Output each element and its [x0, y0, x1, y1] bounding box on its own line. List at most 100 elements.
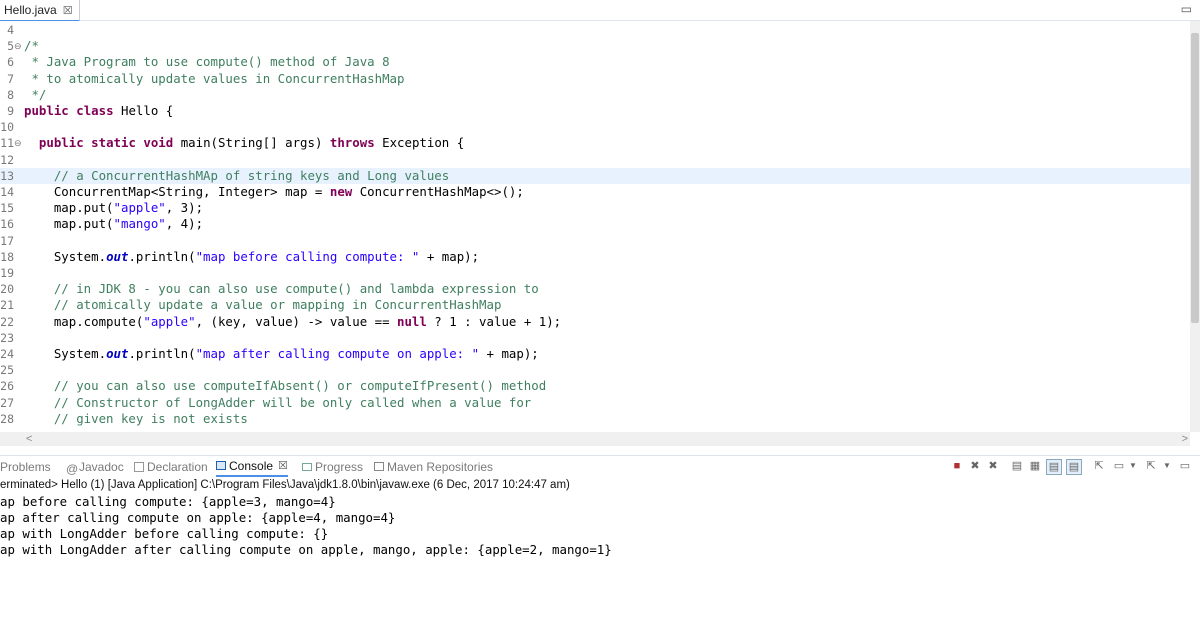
code-line[interactable]: 7 * to atomically update values in Concu…: [0, 71, 1190, 87]
code-line[interactable]: 12: [0, 152, 1190, 168]
code-line[interactable]: 13 // a ConcurrentHashMAp of string keys…: [0, 167, 1190, 184]
editor-tab-hello-java[interactable]: Hello.java ☒: [0, 0, 80, 22]
code-text: System.out.println("map before calling c…: [24, 249, 479, 265]
code-text: // atomically update a value or mapping …: [24, 297, 502, 313]
editor-tab-bar: Hello.java ☒ ▭: [0, 0, 1200, 22]
line-number: 16: [0, 217, 14, 232]
close-icon[interactable]: ☒: [63, 4, 73, 17]
code-token: + map);: [419, 248, 480, 264]
editor-tab-title: Hello.java: [4, 3, 57, 17]
code-text: */: [24, 87, 46, 103]
code-line[interactable]: 4: [0, 22, 1190, 38]
code-token: "mango": [113, 216, 166, 232]
terminate-icon[interactable]: ■: [950, 459, 964, 473]
code-line[interactable]: 8 */: [0, 87, 1190, 103]
tab-console[interactable]: Console ☒: [216, 456, 288, 477]
code-line[interactable]: 5 ⊖/*: [0, 38, 1190, 54]
code-token: "map before calling compute: ": [195, 248, 420, 264]
chevron-down-icon[interactable]: ▼: [1160, 459, 1174, 473]
code-line[interactable]: 6 * Java Program to use compute() method…: [0, 54, 1190, 70]
code-line[interactable]: 21 // atomically update a value or mappi…: [0, 297, 1190, 313]
remove-all-launches-icon[interactable]: ✖: [986, 459, 1000, 473]
code-token: map.put(: [24, 216, 114, 232]
line-number: 23: [0, 330, 14, 345]
code-line[interactable]: 9 public class Hello {: [0, 103, 1190, 119]
line-number: 5: [7, 39, 14, 54]
line-number: 15: [0, 201, 14, 216]
line-number: 10: [0, 120, 14, 135]
open-console-icon[interactable]: ⇱: [1144, 459, 1158, 473]
line-number: 13: [0, 168, 14, 183]
code-token: // you can also use computeIfAbsent() or…: [24, 378, 547, 394]
code-token: map.compute(: [24, 313, 144, 329]
code-line[interactable]: 10: [0, 119, 1190, 135]
code-token: ConcurrentMap<String, Integer> map =: [24, 184, 330, 199]
code-line[interactable]: 11 ⊖ public static void main(String[] arg…: [0, 135, 1190, 151]
code-line[interactable]: 23: [0, 330, 1190, 346]
code-text: // Constructor of LongAdder will be only…: [24, 395, 531, 411]
scrollbar-thumb[interactable]: [1191, 33, 1199, 323]
scroll-left-icon[interactable]: <: [26, 432, 32, 446]
scroll-right-icon[interactable]: >: [1182, 432, 1188, 446]
code-text: map.compute("apple", (key, value) -> val…: [24, 314, 561, 330]
show-console-icon[interactable]: ▤: [1066, 459, 1082, 475]
code-token: public: [24, 103, 69, 118]
code-token: /*: [24, 38, 39, 54]
code-token: * to atomically update values in Concurr…: [24, 70, 405, 86]
pin-console-icon[interactable]: ⇱: [1092, 459, 1106, 473]
chevron-down-icon[interactable]: ▼: [1126, 459, 1140, 473]
tab-label: Progress: [315, 459, 364, 474]
code-line[interactable]: 14 ConcurrentMap<String, Integer> map = …: [0, 184, 1190, 200]
code-line[interactable]: 18 System.out.println("map before callin…: [0, 249, 1190, 265]
code-line[interactable]: 27 // Constructor of LongAdder will be o…: [0, 395, 1190, 411]
tab-label: Declaration: [147, 459, 208, 474]
word-wrap-icon[interactable]: ▤: [1046, 459, 1062, 475]
tab-maven-repositories[interactable]: Maven Repositories: [374, 456, 493, 477]
code-text: // in JDK 8 - you can also use compute()…: [24, 281, 539, 297]
code-text: ConcurrentMap<String, Integer> map = new…: [24, 184, 524, 200]
tab-javadoc[interactable]: @ Javadoc: [66, 456, 124, 477]
tab-problems[interactable]: Problems: [0, 456, 51, 477]
line-number: 19: [0, 266, 14, 280]
clear-console-icon[interactable]: ▤: [1010, 459, 1024, 473]
code-editor[interactable]: 4 5 ⊖/* 6 * Java Program to use compute() m…: [0, 21, 1200, 432]
code-token: // a ConcurrentHashMAp of string keys an…: [24, 167, 450, 183]
code-token: map.put(: [24, 200, 114, 216]
code-token: .println(: [128, 346, 196, 361]
line-number: 28: [0, 411, 14, 426]
fold-toggle-icon[interactable]: ⊖: [14, 135, 22, 151]
console-line: ap before calling compute: {apple=3, man…: [0, 494, 336, 509]
tab-declaration[interactable]: Declaration: [134, 456, 208, 477]
code-token: "apple": [143, 313, 196, 329]
code-line[interactable]: 28 // given key is not exists: [0, 411, 1190, 427]
code-token: throws: [329, 135, 375, 151]
scroll-lock-icon[interactable]: ▦: [1028, 459, 1042, 473]
tab-progress[interactable]: Progress: [302, 456, 363, 477]
code-line[interactable]: 17: [0, 233, 1190, 249]
code-line[interactable]: 15 map.put("apple", 3);: [0, 200, 1190, 216]
horizontal-scrollbar[interactable]: < >: [0, 432, 1190, 446]
fold-toggle-icon[interactable]: ⊖: [14, 38, 22, 54]
code-line[interactable]: 19: [0, 265, 1190, 281]
code-token: + map);: [479, 346, 539, 361]
code-line[interactable]: 16 map.put("mango", 4);: [0, 216, 1190, 232]
minimize-icon[interactable]: ▭: [1178, 459, 1192, 473]
vertical-scrollbar[interactable]: [1190, 21, 1200, 432]
remove-launch-icon[interactable]: ✖: [968, 459, 982, 473]
maven-icon: [374, 462, 384, 471]
code-token: * Java Program to use compute() method o…: [24, 54, 390, 70]
minimize-icon[interactable]: ▭: [1181, 2, 1192, 16]
code-token: , 3);: [165, 200, 204, 216]
code-token: // Constructor of LongAdder will be only…: [24, 394, 532, 410]
code-token: // given key is not exists: [24, 410, 248, 426]
code-line[interactable]: 22 map.compute("apple", (key, value) -> …: [0, 314, 1190, 330]
code-line[interactable]: 26 // you can also use computeIfAbsent()…: [0, 378, 1190, 394]
code-line[interactable]: 20 // in JDK 8 - you can also use comput…: [0, 281, 1190, 297]
code-line[interactable]: 25: [0, 362, 1190, 378]
code-token: null: [397, 313, 427, 329]
close-icon[interactable]: ☒: [278, 459, 288, 472]
console-output[interactable]: ap before calling compute: {apple=3, man…: [0, 494, 1200, 558]
code-line[interactable]: 24 System.out.println("map after calling…: [0, 346, 1190, 362]
display-console-icon[interactable]: ▭: [1112, 459, 1126, 473]
